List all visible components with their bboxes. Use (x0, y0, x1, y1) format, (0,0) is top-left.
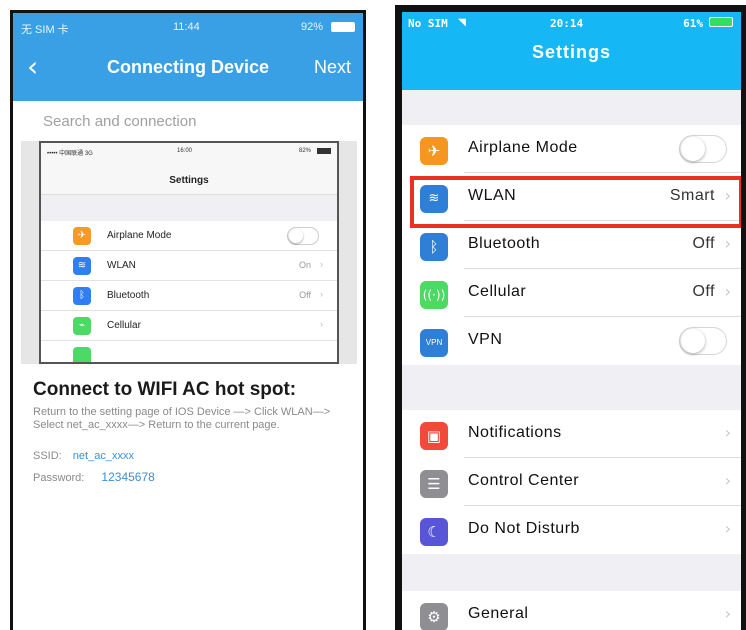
mini-settings-title: Settings (41, 159, 337, 195)
chevron-right-icon: › (724, 423, 731, 442)
cellular-icon: ((·)) (420, 281, 448, 309)
row-label: Cellular (468, 283, 527, 300)
wlan-highlight-box (410, 176, 741, 228)
battery-text: 61% (683, 17, 703, 30)
page-title: Settings (531, 42, 611, 62)
mini-row-label: Airplane Mode (107, 230, 172, 241)
airplane-icon: ✈ (73, 227, 91, 245)
page-title: Connecting Device (106, 57, 270, 77)
next-button[interactable]: Next (314, 57, 351, 78)
mini-row-wlan: ≋ WLAN On › (41, 251, 337, 281)
carrier-text: No SIM (408, 17, 448, 30)
status-bar: 无 SIM 卡 11:44 92% (13, 13, 363, 41)
password-value: 12345678 (101, 470, 155, 484)
mini-settings-list: ✈ Airplane Mode ≋ WLAN On › ᛒ Bluetooth … (41, 221, 337, 362)
settings-row-vpn[interactable]: VPN VPN (402, 317, 741, 365)
wifi-icon: ≋ (73, 257, 91, 275)
wifi-status-icon: ◥ (458, 15, 466, 30)
bluetooth-icon: ᛒ (73, 287, 91, 305)
row-label: General (468, 605, 529, 622)
instruction-body: Return to the setting page of IOS Device… (33, 406, 331, 431)
status-bar: No SIM ◥ 20:14 61% (402, 12, 741, 36)
mini-row-label: Cellular (107, 320, 141, 331)
battery-icon (709, 17, 733, 27)
chevron-right-icon: › (320, 259, 323, 269)
mini-row-value: Off (299, 290, 311, 300)
row-label: Control Center (468, 472, 580, 489)
battery-text: 92% (300, 21, 323, 33)
mini-battery-icon (317, 148, 331, 154)
moon-icon: ☾ (420, 518, 448, 546)
settings-row-general[interactable]: ⚙ General › (402, 591, 741, 630)
settings-row-do-not-disturb[interactable]: ☾ Do Not Disturb › (402, 506, 741, 554)
row-label: VPN (468, 331, 503, 348)
mini-battery-text: 82% (298, 148, 311, 154)
row-label: Bluetooth (468, 235, 541, 252)
settings-group-general: ⚙ General › (402, 591, 741, 630)
gear-icon: ⚙ (420, 603, 448, 630)
mini-row-value: On (298, 260, 311, 270)
mini-phone: ••••• 中国联通 3G 16:00 82% Settings ✈ Airpl… (39, 141, 339, 364)
chevron-right-icon: › (724, 604, 731, 623)
mini-row-label: WLAN (107, 260, 136, 271)
row-label: Notifications (468, 424, 562, 441)
settings-row-cellular[interactable]: ((·)) Cellular Off › (402, 269, 741, 317)
row-label: Do Not Disturb (468, 520, 580, 537)
chevron-right-icon: › (724, 471, 731, 490)
ssid-label: SSID: (33, 450, 62, 462)
mini-row-label: Bluetooth (107, 290, 150, 301)
chevron-right-icon: › (724, 519, 731, 538)
settings-row-bluetooth[interactable]: ᛒ Bluetooth Off › (402, 221, 741, 269)
airplane-mode-toggle[interactable] (679, 135, 727, 163)
password-line: Password: 12345678 (33, 470, 155, 484)
ios-settings-screen: No SIM ◥ 20:14 61% Settings ✈ Airplane M… (395, 5, 746, 630)
row-label: Airplane Mode (468, 139, 578, 156)
control-center-icon: ☰ (420, 470, 448, 498)
settings-row-airplane-mode[interactable]: ✈ Airplane Mode (402, 125, 741, 173)
mini-row-airplane-mode: ✈ Airplane Mode (41, 221, 337, 251)
nav-bar: ‹ Connecting Device Next (13, 41, 363, 101)
ssid-line: SSID: net_ac_xxxx (33, 450, 134, 462)
clock-text: 20:14 (550, 17, 584, 30)
mini-row-cellular: ⌁ Cellular › (41, 311, 337, 341)
airplane-icon: ✈ (420, 137, 448, 165)
mini-carrier-text: ••••• 中国联通 3G (47, 151, 93, 157)
search-section-label: Search and connection (43, 113, 197, 130)
mini-status-bar: ••••• 中国联通 3G 16:00 82% (41, 143, 337, 159)
mini-clock-text: 16:00 (177, 148, 193, 154)
nav-bar: Settings (402, 36, 741, 90)
clock-text: 11:44 (173, 21, 200, 33)
vpn-toggle[interactable] (679, 327, 727, 355)
instruction-screenshot: ••••• 中国联通 3G 16:00 82% Settings ✈ Airpl… (21, 141, 357, 364)
settings-group-connectivity: ✈ Airplane Mode ≋ WLAN Smart › ᛒ Bluetoo… (402, 125, 741, 365)
chevron-right-icon: › (320, 289, 323, 299)
carrier-text: 无 SIM 卡 (21, 24, 69, 36)
instruction-title: Connect to WIFI AC hot spot: (33, 379, 297, 400)
mini-airplane-toggle (287, 227, 319, 245)
row-value: Off (692, 283, 715, 300)
chevron-right-icon: › (320, 319, 323, 329)
bluetooth-icon: ᛒ (420, 233, 448, 261)
ssid-value: net_ac_xxxx (72, 450, 134, 462)
mini-row-partial (41, 341, 337, 362)
connecting-device-screen: 无 SIM 卡 11:44 92% ‹ Connecting Device Ne… (10, 10, 366, 630)
vpn-icon: VPN (420, 329, 448, 357)
row-value: Off (692, 235, 715, 252)
notifications-icon: ▣ (420, 422, 448, 450)
chevron-right-icon: › (724, 234, 731, 253)
mini-row-bluetooth: ᛒ Bluetooth Off › (41, 281, 337, 311)
settings-row-control-center[interactable]: ☰ Control Center › (402, 458, 741, 506)
settings-row-notifications[interactable]: ▣ Notifications › (402, 410, 741, 458)
password-label: Password: (33, 472, 85, 484)
settings-group-system: ▣ Notifications › ☰ Control Center › ☾ D… (402, 410, 741, 554)
personal-hotspot-icon (73, 347, 91, 362)
cellular-icon: ⌁ (73, 317, 91, 335)
battery-icon (331, 22, 355, 32)
chevron-right-icon: › (724, 282, 731, 301)
